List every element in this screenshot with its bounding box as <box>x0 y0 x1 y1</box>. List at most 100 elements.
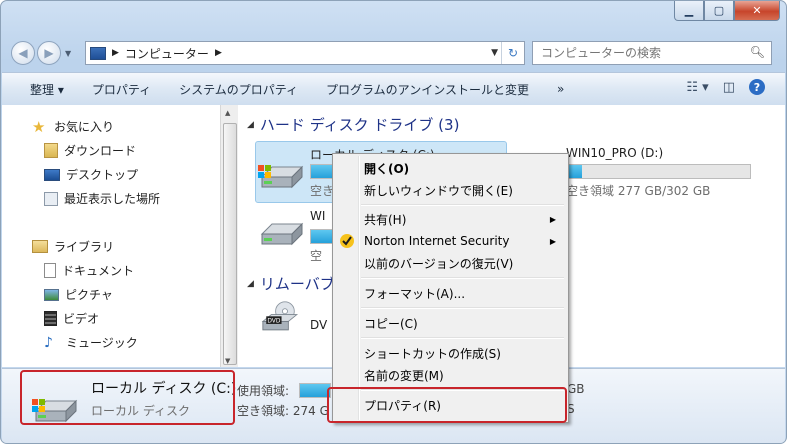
uninstall-program-button[interactable]: プログラムのアンインストールと変更 <box>312 81 543 98</box>
submenu-arrow-icon: ▶ <box>549 214 556 224</box>
menu-item-label: 以前のバージョンの復元(V) <box>364 256 514 271</box>
menu-item-format[interactable]: フォーマット(A)... <box>335 282 566 304</box>
more-commands-button[interactable]: » <box>543 82 578 96</box>
menu-separator <box>361 204 564 206</box>
svg-text:DVD: DVD <box>267 317 281 324</box>
collapse-icon[interactable]: ◢ <box>247 279 254 289</box>
properties-button[interactable]: プロパティ <box>78 81 165 98</box>
refresh-icon[interactable]: ↻ <box>501 42 524 64</box>
group-title: ハード ディスク ドライブ (3) <box>259 116 460 134</box>
help-icon[interactable]: ? <box>749 79 765 95</box>
back-button[interactable]: ◀ <box>11 41 35 65</box>
menu-item-copy[interactable]: コピー(C) <box>335 312 566 334</box>
search-box: 🔍︎ <box>532 41 772 65</box>
caption-buttons: ▁ ▢ ✕ <box>674 1 780 21</box>
sidebar-item-documents[interactable]: ドキュメント <box>44 262 134 279</box>
scroll-down-icon[interactable]: ▼ <box>225 357 230 365</box>
organize-button[interactable]: 整理 ▾ <box>2 81 78 98</box>
breadcrumb-chevron-icon[interactable]: ▶ <box>215 48 222 58</box>
change-view-icon[interactable]: ☷ ▾ <box>686 80 708 95</box>
breadcrumb-computer[interactable]: コンピューター <box>125 45 209 62</box>
address-bar[interactable]: ▶ コンピューター ▶ ▼ ↻ <box>85 41 525 65</box>
highlight-box-properties <box>327 387 567 423</box>
recent-pages-dropdown-icon[interactable]: ▼ <box>65 49 71 58</box>
menu-item-open[interactable]: 開く(O) <box>335 157 566 179</box>
menu-item-label: 共有(H) <box>364 212 407 227</box>
sidebar-item-downloads[interactable]: ダウンロード <box>44 142 136 159</box>
menu-item-label: Norton Internet Security <box>364 234 510 248</box>
menu-item-share[interactable]: 共有(H) ▶ <box>335 208 566 230</box>
forward-arrow-icon: ▶ <box>44 46 54 60</box>
sidebar-item-favorites[interactable]: ★ お気に入り <box>32 118 114 135</box>
sidebar-item-label: ビデオ <box>63 312 100 326</box>
sidebar-item-recent[interactable]: 最近表示した場所 <box>44 190 160 207</box>
preview-pane-icon[interactable]: ◫ <box>723 80 735 95</box>
minimize-button[interactable]: ▁ <box>674 1 704 21</box>
search-icon[interactable]: 🔍︎ <box>750 45 765 59</box>
drive-win-name[interactable]: WI <box>310 209 325 223</box>
forward-button[interactable]: ▶ <box>37 41 61 65</box>
menu-separator <box>361 307 564 309</box>
context-menu: 開く(O) 新しいウィンドウで開く(E) 共有(H) ▶ Norton Inter… <box>332 153 569 423</box>
navigation-pane: ★ お気に入り ダウンロード デスクトップ 最近表示した場所 ライブラリ ドキュ… <box>2 105 220 367</box>
scroll-up-icon[interactable]: ▲ <box>225 109 230 117</box>
menu-item-restore-versions[interactable]: 以前のバージョンの復元(V) <box>335 252 566 274</box>
drive-d-free-space: 空き領域 277 GB/302 GB <box>566 184 711 198</box>
library-icon <box>32 240 48 253</box>
sidebar-item-libraries[interactable]: ライブラリ <box>32 238 114 255</box>
breadcrumb-chevron-icon[interactable]: ▶ <box>112 48 119 58</box>
menu-item-label: ショートカットの作成(S) <box>364 346 501 361</box>
sidebar-item-label: お気に入り <box>54 120 115 134</box>
drive-c-free-space: 空き <box>310 184 335 198</box>
dvd-drive-icon: DVD <box>261 301 299 331</box>
sidebar-item-music[interactable]: ♪ ミュージック <box>44 334 138 351</box>
menu-item-norton[interactable]: Norton Internet Security ▶ <box>335 230 566 252</box>
details-used-label: 使用領域: <box>237 384 290 398</box>
details-free-label: 空き領域: 274 G <box>237 404 329 418</box>
group-title: リムーバブ <box>259 275 335 293</box>
menu-item-rename[interactable]: 名前の変更(M) <box>335 364 566 386</box>
menu-item-create-shortcut[interactable]: ショートカットの作成(S) <box>335 342 566 364</box>
back-arrow-icon: ◀ <box>18 46 28 60</box>
close-button[interactable]: ✕ <box>734 1 780 21</box>
menu-item-label: 名前の変更(M) <box>364 368 444 383</box>
sidebar-item-desktop[interactable]: デスクトップ <box>44 166 138 183</box>
drive-d-name[interactable]: WIN10_PRO (D:) <box>566 146 663 160</box>
desktop-icon <box>44 168 60 181</box>
menu-separator <box>361 277 564 279</box>
group-header-hdd[interactable]: ◢ ハード ディスク ドライブ (3) <box>247 114 459 135</box>
menu-item-label: コピー(C) <box>364 316 418 331</box>
menu-item-open-new-window[interactable]: 新しいウィンドウで開く(E) <box>335 179 566 201</box>
sidebar-item-label: ダウンロード <box>64 144 137 158</box>
video-icon <box>44 311 57 326</box>
sidebar-item-pictures[interactable]: ピクチャ <box>44 286 113 303</box>
sidebar-item-label: ミュージック <box>66 336 138 350</box>
menu-item-label: フォーマット(A)... <box>364 286 466 301</box>
sidebar-item-label: ドキュメント <box>62 264 135 278</box>
drive-dvd-name[interactable]: DV <box>310 318 327 332</box>
collapse-icon[interactable]: ◢ <box>247 120 254 130</box>
download-folder-icon <box>44 143 58 158</box>
recent-places-icon <box>44 191 58 206</box>
details-total-size: GB <box>567 382 585 396</box>
picture-icon <box>44 288 59 301</box>
sidebar-item-label: デスクトップ <box>66 168 139 182</box>
menu-item-label: 開く(O) <box>364 161 410 176</box>
command-bar: 整理 ▾ プロパティ システムのプロパティ プログラムのアンインストールと変更 … <box>2 72 785 106</box>
submenu-arrow-icon: ▶ <box>549 236 556 246</box>
group-header-removable[interactable]: ◢ リムーバブ <box>247 273 335 294</box>
highlight-box-details <box>20 370 235 425</box>
drive-win-usage-bar <box>310 229 334 244</box>
address-dropdown-icon[interactable]: ▼ <box>491 48 498 58</box>
explorer-window: ▁ ▢ ✕ ◀ ▶ ▼ ▶ コンピューター ▶ ▼ ↻ 🔍︎ 整理 ▾ プロパテ… <box>0 0 787 444</box>
system-properties-button[interactable]: システムのプロパティ <box>165 81 312 98</box>
menu-separator <box>361 337 564 339</box>
maximize-button[interactable]: ▢ <box>704 1 734 21</box>
local-disk-icon <box>258 165 304 189</box>
search-input[interactable] <box>539 45 743 61</box>
sidebar-item-videos[interactable]: ビデオ <box>44 310 99 327</box>
document-icon <box>44 263 56 278</box>
menu-item-label: 新しいウィンドウで開く(E) <box>364 183 513 198</box>
navigation-scrollbar[interactable]: ▲ ▼ <box>220 105 238 367</box>
scrollbar-thumb[interactable] <box>223 123 237 365</box>
